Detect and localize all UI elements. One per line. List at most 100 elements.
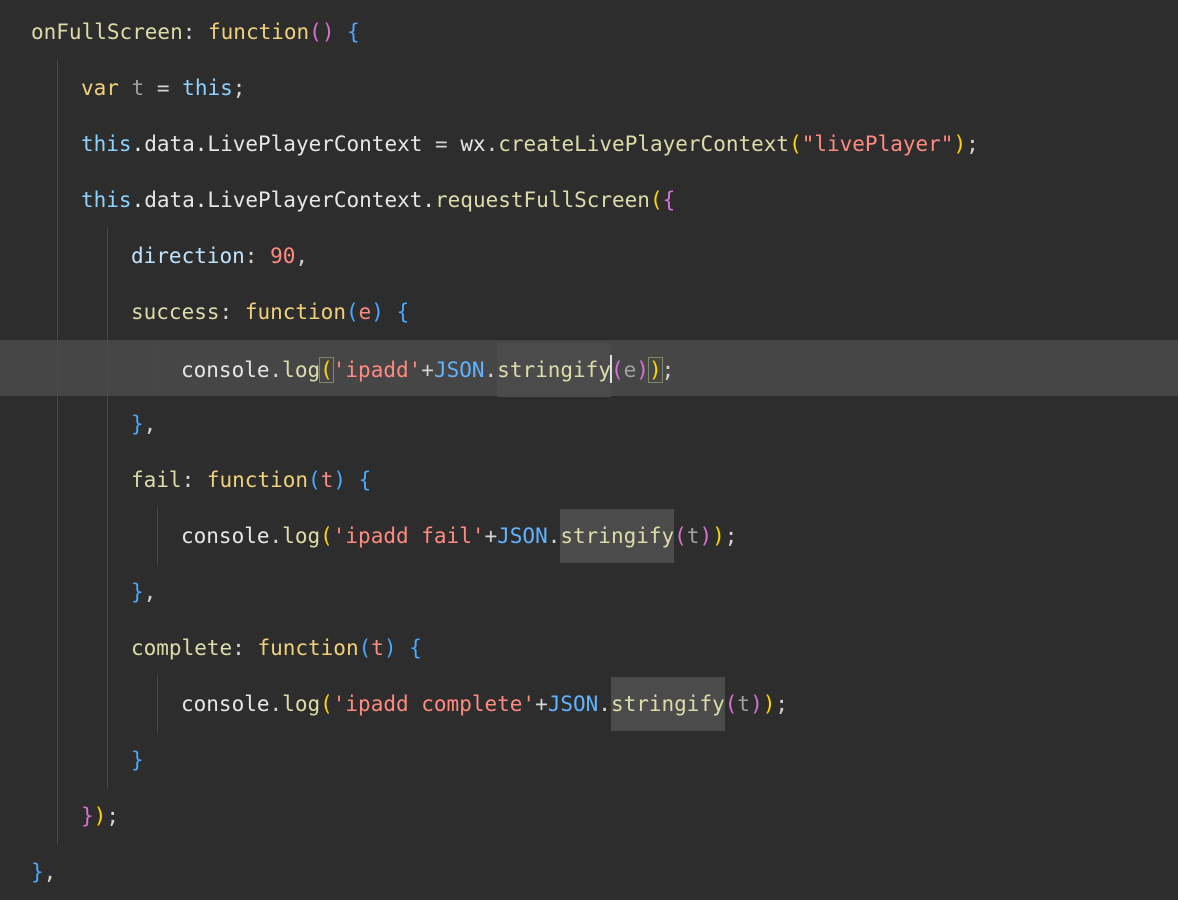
indent-guide [107,396,108,452]
code-token: function [244,300,346,324]
code-token: ; [106,804,119,828]
code-token: t [737,692,751,716]
code-token: console [181,358,270,382]
code-token: { [396,300,410,324]
indent-guide [57,788,58,844]
code-text: onFullScreen: function() { [31,19,360,45]
code-token: this [182,76,233,100]
current-line[interactable]: console.log('ipadd'+JSON.stringify(e)); [0,340,1178,397]
code-token: log [282,524,321,548]
code-token: : [181,468,207,492]
code-line[interactable]: this.data.LivePlayerContext = wx.createL… [0,116,1178,172]
code-token: ) [750,692,763,716]
code-token: this [81,188,132,212]
code-token: . [484,358,498,382]
code-token: 90 [270,244,296,268]
indent-guide [57,60,58,116]
code-token: ( [358,636,372,660]
indent-guide [157,508,158,564]
code-text: direction: 90, [131,243,308,269]
code-token: t [686,524,700,548]
code-token: t [371,636,384,660]
code-token: function [208,20,310,44]
code-line[interactable]: success: function(e) { [0,284,1178,340]
code-line[interactable]: }, [0,564,1178,620]
indent-guide [57,620,58,676]
code-token: . [485,132,499,156]
code-token: ) [699,524,713,548]
code-token: ; [966,132,979,156]
code-token: stringify [610,677,725,731]
code-token: log [282,358,321,382]
indent-guide [57,340,58,396]
code-token: direction [131,244,245,268]
code-token: ) [333,468,346,492]
code-token: console [181,524,270,548]
code-text: }, [131,411,156,437]
code-token: ) [712,524,725,548]
indent-guide [57,228,58,284]
code-token: stringify [560,509,675,563]
indent-guide [107,732,108,788]
code-line[interactable]: onFullScreen: function() { [0,4,1178,60]
code-line[interactable]: } [0,732,1178,788]
indent-guide [107,284,108,340]
code-token: JSON [547,692,599,716]
code-token: 'ipadd fail' [332,524,485,548]
indent-guide [107,564,108,620]
code-token: ( [345,300,359,324]
code-token: , [143,412,157,436]
code-line[interactable]: console.log('ipadd fail'+JSON.stringify(… [0,508,1178,564]
code-text: console.log('ipadd fail'+JSON.stringify(… [181,509,737,563]
code-token: .data.LivePlayerContext [131,132,436,156]
code-token: : [219,300,245,324]
indent-guide [57,284,58,340]
code-token: . [269,358,283,382]
code-token: ( [610,358,624,382]
code-text: fail: function(t) { [131,467,371,493]
code-text: console.log('ipadd'+JSON.stringify(e)); [181,343,674,397]
code-token: ) [383,636,397,660]
code-token: : [232,636,258,660]
code-text: console.log('ipadd complete'+JSON.string… [181,677,789,731]
code-editor[interactable]: onFullScreen: function() {var t = this; t… [0,0,1178,894]
code-token: e [358,300,372,324]
code-token: ) [762,692,776,716]
code-token: requestFullScreen [435,188,650,212]
code-line[interactable]: }, [0,396,1178,452]
indent-guide [107,508,108,564]
code-token: ; [775,692,789,716]
code-text: success: function(e) { [131,299,409,325]
indent-guide [57,116,58,172]
code-line[interactable]: }); [0,788,1178,844]
code-line[interactable]: console.log('ipadd complete'+JSON.string… [0,676,1178,732]
code-line[interactable]: direction: 90, [0,228,1178,284]
indent-guide [57,172,58,228]
code-token: , [43,860,57,884]
code-token: t [320,468,334,492]
code-token: () [309,20,335,44]
indent-guide [57,396,58,452]
code-token: function [206,468,309,492]
code-token: { [662,188,676,212]
code-text: var t = this; [81,75,245,101]
code-token: } [131,748,144,772]
code-token: "livePlayer" [801,132,954,156]
code-token: 'ipadd complete' [332,692,536,716]
code-line[interactable]: fail: function(t) { [0,452,1178,508]
code-token: onFullScreen [31,20,183,44]
code-line[interactable]: var t = this; [0,60,1178,116]
indent-guide [57,564,58,620]
indent-guide [57,676,58,732]
code-token: = [435,132,461,156]
code-token: { [347,20,360,44]
code-token: ( [308,468,321,492]
code-line[interactable]: }, [0,844,1178,900]
code-line[interactable]: this.data.LivePlayerContext.requestFullS… [0,172,1178,228]
code-line[interactable]: complete: function(t) { [0,620,1178,676]
indent-guide [157,340,158,396]
indent-guide [107,228,108,284]
code-token: e [623,358,637,382]
